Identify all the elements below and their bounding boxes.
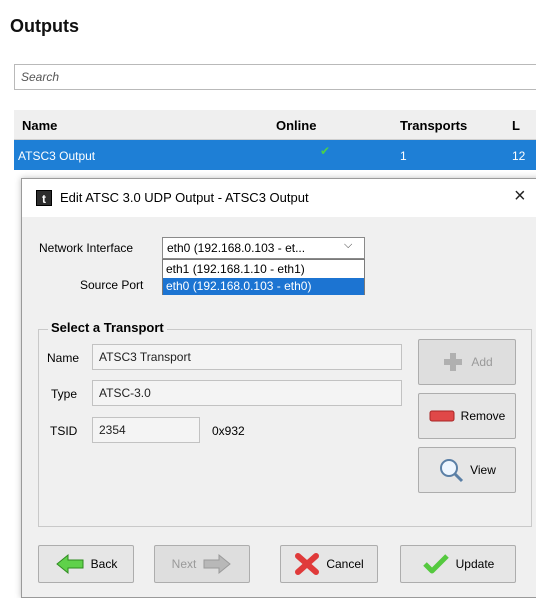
plus-icon — [444, 353, 463, 371]
cancel-x-icon — [295, 553, 320, 575]
network-interface-dropdown: eth1 (192.168.1.10 - eth1) eth0 (192.168… — [162, 259, 365, 295]
remove-button-label: Remove — [460, 409, 506, 423]
dialog-title: Edit ATSC 3.0 UDP Output - ATSC3 Output — [60, 190, 309, 205]
table-header: Name Online Transports L — [14, 110, 536, 140]
arrow-left-icon — [55, 553, 84, 575]
back-button-label: Back — [90, 557, 118, 571]
close-icon[interactable]: × — [514, 185, 526, 208]
view-button-label: View — [470, 463, 496, 477]
app-icon: t — [36, 190, 52, 206]
magnifier-icon — [440, 459, 464, 483]
row-name: ATSC3 Output — [18, 149, 96, 163]
check-icon: ✔ — [320, 144, 331, 158]
transport-type-field[interactable]: ATSC-3.0 — [92, 380, 402, 406]
add-button-label: Add — [471, 355, 493, 369]
tsid-field[interactable]: 2354 — [92, 417, 200, 443]
tsid-label: TSID — [50, 424, 78, 438]
search-input[interactable]: Search — [14, 64, 536, 90]
transport-name-field[interactable]: ATSC3 Transport — [92, 344, 402, 370]
dropdown-option-eth0[interactable]: eth0 (192.168.0.103 - eth0) — [163, 278, 364, 295]
row-truncated-cell: 12 — [512, 149, 526, 163]
edit-output-dialog: t Edit ATSC 3.0 UDP Output - ATSC3 Outpu… — [21, 178, 536, 598]
checkmark-icon — [422, 554, 449, 574]
transport-group-title: Select a Transport — [48, 320, 167, 335]
cancel-button[interactable]: Cancel — [280, 545, 378, 583]
dialog-titlebar[interactable]: t Edit ATSC 3.0 UDP Output - ATSC3 Outpu… — [22, 179, 536, 217]
name-label: Name — [47, 351, 80, 365]
next-button-label: Next — [171, 557, 197, 571]
column-header-online[interactable]: Online — [276, 118, 316, 133]
type-label: Type — [51, 387, 78, 401]
back-button[interactable]: Back — [38, 545, 134, 583]
tsid-hex-value: 0x932 — [212, 424, 245, 438]
remove-button[interactable]: Remove — [418, 393, 516, 439]
network-interface-select[interactable]: eth0 (192.168.0.103 - et... — [162, 237, 365, 259]
view-button[interactable]: View — [418, 447, 516, 493]
source-port-label: Source Port — [80, 278, 144, 292]
chevron-down-icon[interactable]: ⌵ — [344, 239, 352, 252]
table-row[interactable]: ATSC3 Output ✔ 1 12 — [14, 140, 536, 170]
minus-icon — [429, 410, 455, 422]
row-transports: 1 — [400, 149, 407, 163]
column-header-transports[interactable]: Transports — [400, 118, 467, 133]
column-header-truncated[interactable]: L — [512, 118, 520, 133]
arrow-right-icon — [203, 553, 232, 575]
dropdown-option-eth1[interactable]: eth1 (192.168.1.10 - eth1) — [163, 261, 364, 278]
network-interface-label: Network Interface — [39, 241, 134, 255]
update-button[interactable]: Update — [400, 545, 516, 583]
next-button[interactable]: Next — [154, 545, 250, 583]
cancel-button-label: Cancel — [326, 557, 364, 571]
page-title: Outputs — [10, 16, 79, 36]
update-button-label: Update — [455, 557, 495, 571]
column-header-name[interactable]: Name — [22, 118, 57, 133]
add-button[interactable]: Add — [418, 339, 516, 385]
